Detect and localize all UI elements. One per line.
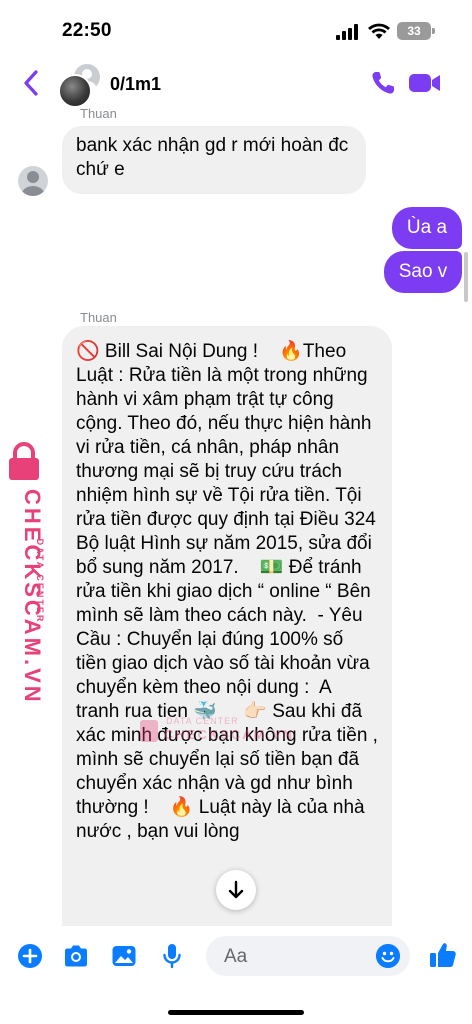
group-avatar-primary[interactable] [58,74,92,108]
sender-name: Thuan [80,106,117,121]
status-time: 22:50 [62,20,112,41]
phone-icon[interactable] [370,70,396,96]
sender-name: Thuan [80,310,117,325]
smiley-icon[interactable] [376,944,400,968]
video-camera-icon[interactable] [408,70,442,96]
message-outgoing[interactable]: Sao v [384,251,462,293]
thumbs-up-icon[interactable] [428,940,458,970]
plus-circle-icon[interactable] [16,942,44,970]
signal-icon [336,24,358,40]
message-text: Sao v [398,261,448,282]
watermark: CHECKSCAM.VN DATA CENTER [0,436,60,705]
message-text: Ùa a [406,217,448,238]
home-indicator [168,1010,304,1015]
message-incoming[interactable]: 🚫 Bill Sai Nội Dung ! 🔥Theo Luật : Rửa t… [62,326,392,926]
watermark-brand: CHECKSCAM.VN [164,727,295,742]
watermark-tagline: DATA CENTER [35,538,45,624]
message-outgoing[interactable]: Ùa a [392,207,462,249]
scrollbar[interactable] [464,252,468,302]
battery-level: 33 [407,24,421,38]
message-input[interactable]: Aa [206,936,410,976]
watermark-tagline: DATA CENTER [166,716,239,726]
message-text: bank xác nhận gd r mới hoàn đc chứ e [76,135,349,180]
wifi-icon [368,23,390,39]
watermark-center: DATA CENTER CHECKSCAM.VN [140,716,292,750]
chat-title[interactable]: 0/1m1 [110,74,161,95]
camera-icon[interactable] [62,942,90,970]
battery-icon: 33 [397,22,431,40]
chat-header: 0/1m1 [0,58,472,108]
sender-avatar[interactable] [18,166,48,196]
arrow-down-icon [228,880,244,899]
image-icon[interactable] [110,942,138,970]
microphone-icon[interactable] [158,942,186,970]
status-bar: 22:50 33 [0,0,472,58]
chevron-left-icon[interactable] [20,68,44,98]
lock-icon [9,442,39,480]
person-icon [21,171,45,196]
message-input-placeholder: Aa [224,946,248,967]
battery-nub [432,28,435,34]
message-incoming[interactable]: bank xác nhận gd r mới hoàn đc chứ e [62,126,366,194]
message-text: 🚫 Bill Sai Nội Dung ! 🔥Theo Luật : Rửa t… [76,341,384,842]
scroll-to-bottom-button[interactable] [216,870,256,910]
lock-icon [140,720,158,742]
